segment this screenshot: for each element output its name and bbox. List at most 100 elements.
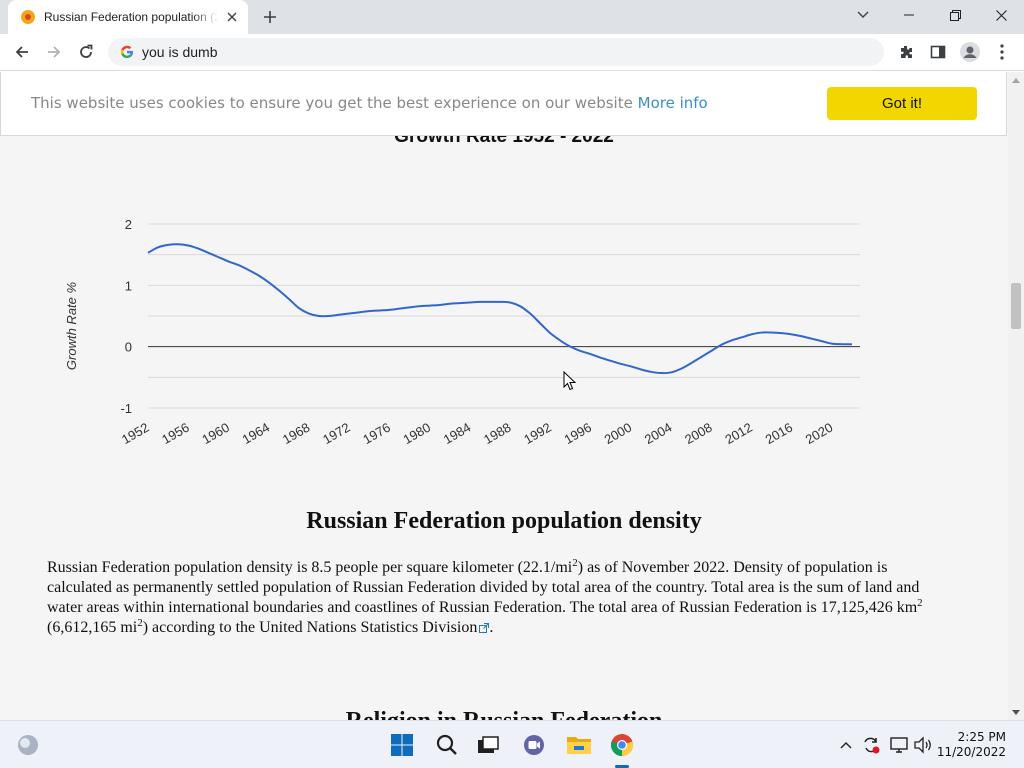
profile-icon — [960, 42, 980, 62]
forward-button[interactable] — [40, 38, 68, 66]
y-tick-label: -1 — [120, 401, 132, 416]
menu-icon — [1000, 44, 1004, 60]
taskbar-search-button[interactable] — [431, 729, 463, 761]
volume-tray-button[interactable] — [912, 733, 934, 757]
scroll-down-arrow[interactable] — [1008, 706, 1024, 718]
chat-button[interactable] — [518, 729, 550, 761]
google-icon — [120, 45, 133, 58]
chat-icon — [524, 735, 544, 755]
growth-rate-line — [147, 243, 852, 375]
chevron-up-icon — [840, 742, 852, 749]
minimize-icon — [904, 14, 914, 16]
scrollbar-thumb[interactable] — [1011, 283, 1021, 329]
browser-toolbar: you is dumb — [0, 34, 1024, 71]
back-button[interactable] — [8, 38, 36, 66]
close-icon[interactable] — [224, 9, 240, 25]
weather-icon — [18, 735, 38, 755]
y-tick-label: 1 — [125, 278, 132, 293]
restore-button[interactable] — [932, 0, 978, 30]
y-axis-label: Growth Rate % — [64, 282, 79, 370]
density-text-end: . — [489, 619, 494, 636]
weather-widget[interactable] — [12, 729, 44, 761]
x-tick-label: 1972 — [320, 420, 353, 447]
extensions-button[interactable] — [892, 38, 920, 66]
close-window-button[interactable] — [978, 0, 1024, 30]
x-tick-label: 1980 — [401, 420, 434, 447]
chrome-taskbar-button[interactable] — [606, 729, 638, 768]
task-view-button[interactable] — [472, 729, 504, 761]
close-icon — [995, 9, 1007, 21]
density-text-3: (6,612,165 mi — [47, 619, 138, 636]
mouse-cursor-icon — [563, 371, 577, 391]
x-tick-label: 1964 — [240, 420, 273, 447]
x-tick-label: 1992 — [521, 420, 554, 447]
more-info-link[interactable]: More info — [638, 94, 708, 112]
profile-button[interactable] — [956, 38, 984, 66]
x-tick-label: 2008 — [682, 420, 715, 447]
maximize-icon — [949, 9, 961, 21]
cookie-text: This website uses cookies to ensure you … — [31, 94, 633, 112]
search-icon — [436, 734, 457, 755]
x-tick-label: 1968 — [280, 420, 313, 447]
browser-tab[interactable]: Russian Federation population (2022) - P… — [8, 0, 248, 34]
windows-start-icon — [391, 734, 413, 756]
growth-rate-chart: 2 1 0 -1 Growth Rate % 1952 1956 1960 1964 1968 19… — [64, 217, 860, 447]
web-page: Growth Rate 1952 - 2022 2 1 0 -1 Growth Rate… — [0, 72, 1008, 720]
plus-icon — [264, 11, 276, 23]
x-tick-label: 1988 — [481, 420, 514, 447]
density-text-1: Russian Federation population density is… — [47, 559, 573, 576]
external-link-icon[interactable] — [479, 623, 490, 633]
back-icon — [15, 46, 28, 58]
file-explorer-button[interactable] — [563, 729, 595, 761]
chrome-menu-button[interactable] — [988, 38, 1016, 66]
reload-icon — [80, 44, 93, 58]
file-explorer-icon — [567, 737, 591, 754]
side-panel-button[interactable] — [924, 38, 952, 66]
address-bar[interactable]: you is dumb — [108, 38, 884, 66]
taskbar-clock[interactable]: 2:25 PM 11/20/2022 — [937, 730, 1006, 760]
x-tick-label: 2012 — [722, 420, 755, 447]
task-view-icon — [478, 736, 499, 753]
density-source-link[interactable]: ) according to the United Nations Statis… — [143, 619, 478, 636]
density-paragraph: Russian Federation population density is… — [47, 558, 947, 638]
density-section-title: Russian Federation population density — [306, 508, 702, 534]
sync-alert-icon — [864, 737, 880, 754]
x-tick-label: 2000 — [602, 420, 635, 447]
x-tick-label: 1960 — [199, 420, 232, 447]
x-tick-label: 2020 — [803, 420, 836, 447]
show-hidden-icons-button[interactable] — [838, 733, 854, 757]
y-tick-label: 0 — [125, 340, 132, 355]
page-scrollbar[interactable] — [1008, 72, 1024, 720]
x-tick-label: 1984 — [441, 420, 474, 447]
y-tick-label: 2 — [125, 217, 132, 232]
religion-section-title: Religion in Russian Federation — [0, 708, 1008, 720]
start-button[interactable] — [386, 729, 418, 761]
x-tick-label: 1976 — [360, 420, 393, 447]
chevron-down-icon — [857, 11, 869, 18]
x-tick-label: 2016 — [763, 420, 796, 447]
clock-time: 2:25 PM — [957, 730, 1006, 744]
chevron-up-icon — [1012, 77, 1020, 83]
site-favicon-icon — [21, 10, 35, 24]
forward-icon — [48, 46, 61, 58]
density-sup-2: 2 — [917, 597, 923, 609]
scroll-up-arrow[interactable] — [1008, 74, 1024, 86]
network-tray-button[interactable] — [888, 733, 910, 757]
tab-search-button[interactable] — [840, 0, 886, 30]
x-tick-label: 2004 — [642, 420, 675, 447]
cookie-message: This website uses cookies to ensure you … — [31, 94, 708, 112]
sync-tray-button[interactable] — [860, 733, 882, 757]
new-tab-button[interactable] — [258, 5, 282, 29]
cookie-banner: This website uses cookies to ensure you … — [0, 72, 1007, 136]
chevron-down-icon — [1012, 709, 1020, 715]
chrome-icon — [610, 734, 634, 757]
tab-strip: Russian Federation population (2022) - P… — [0, 0, 1024, 34]
omnibox-text: you is dumb — [142, 44, 218, 60]
sidepanel-icon — [930, 45, 946, 59]
minimize-button[interactable] — [886, 0, 932, 30]
tab-title: Russian Federation population (2022) - P… — [44, 10, 218, 24]
got-it-button[interactable]: Got it! — [827, 87, 977, 120]
volume-icon — [914, 736, 931, 754]
windows-taskbar: 2:25 PM 11/20/2022 — [0, 720, 1024, 768]
reload-button[interactable] — [72, 38, 100, 66]
